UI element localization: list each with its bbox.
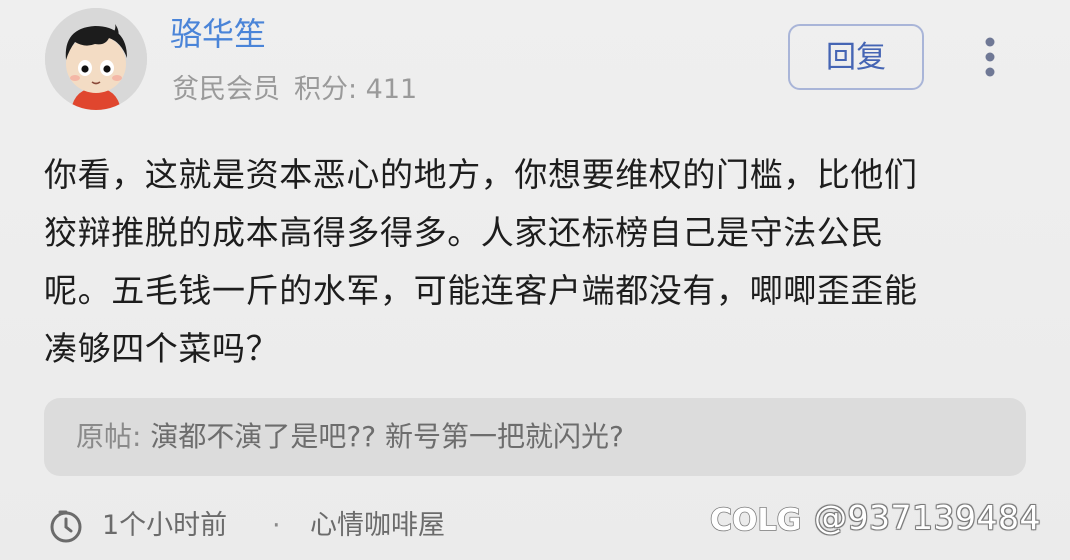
more-vertical-icon[interactable] <box>970 36 1010 80</box>
watermark: COLG @937139484 <box>708 494 1056 542</box>
author-points: 积分: 411 <box>294 74 418 105</box>
comment-line: 你看，这就是资本恶心的地方，你想要维权的门槛，比他们 <box>44 155 918 194</box>
author-name[interactable]: 骆华笙 <box>170 12 266 56</box>
svg-text:COLG: COLG <box>710 503 801 538</box>
comment-body: 你看，这就是资本恶心的地方，你想要维权的门槛，比他们 狡辩推脱的成本高得多得多。… <box>44 146 1034 378</box>
cartoon-avatar-icon <box>45 8 147 110</box>
author-rank: 贫民会员 <box>172 74 280 105</box>
quote-text: 演都不演了是吧?? 新号第一把就闪光? <box>150 420 624 453</box>
post-time: 1个小时前 <box>102 510 228 541</box>
footer-separator: · <box>272 510 281 541</box>
reply-button[interactable]: 回复 <box>788 24 924 90</box>
quote-label: 原帖: <box>76 420 151 453</box>
watermark-handle: @937139484 <box>814 498 1041 537</box>
original-post-quote[interactable]: 原帖: 演都不演了是吧?? 新号第一把就闪光? <box>44 398 1026 476</box>
author-meta: 贫民会员 积分: 411 <box>172 70 417 110</box>
comment-card: 骆华笙 贫民会员 积分: 411 回复 你看，这就是资本恶心的地方，你想要维权的门… <box>0 0 1070 560</box>
comment-line: 凑够四个菜吗？ <box>44 329 280 368</box>
colg-logo-icon: COLG <box>709 502 802 539</box>
clock-icon <box>50 510 82 543</box>
forum-link[interactable]: 心情咖啡屋 <box>310 504 445 548</box>
avatar[interactable] <box>45 8 147 110</box>
comment-line: 呢。五毛钱一斤的水军，可能连客户端都没有，唧唧歪歪能 <box>44 271 918 310</box>
comment-line: 狡辩推脱的成本高得多得多。人家还标榜自己是守法公民 <box>44 213 884 252</box>
